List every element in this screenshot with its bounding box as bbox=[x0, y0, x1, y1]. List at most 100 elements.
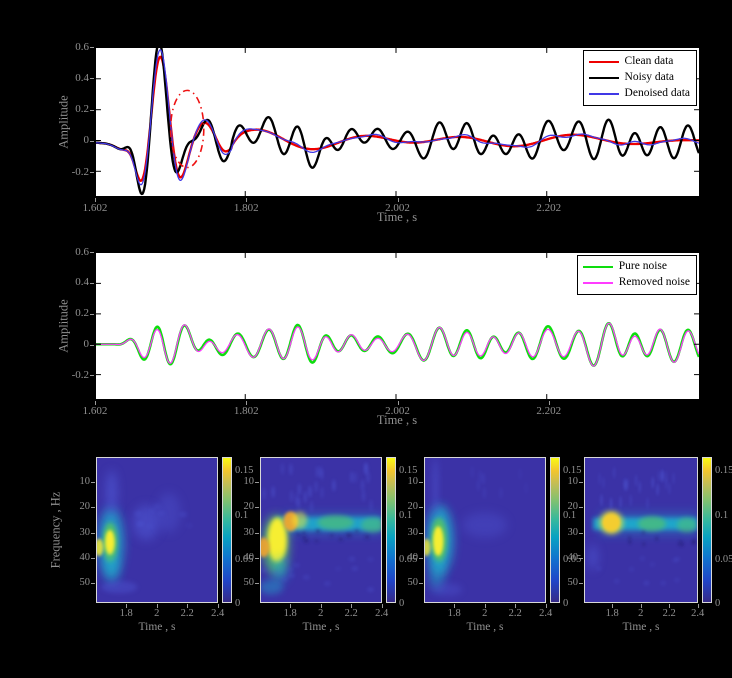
heat-texture bbox=[310, 501, 313, 513]
heat-texture bbox=[185, 523, 193, 529]
freq-tick-label: 10 bbox=[556, 476, 578, 488]
heat-blob bbox=[588, 545, 599, 570]
heat-texture bbox=[316, 466, 319, 478]
heat-texture bbox=[674, 578, 680, 583]
heat-texture bbox=[619, 496, 622, 508]
freq-tick-label: 40 bbox=[68, 552, 90, 564]
colorbar-tick-label: 0.05 bbox=[715, 555, 732, 566]
freq-tick-label: 40 bbox=[556, 552, 578, 564]
y-tick-mark bbox=[90, 172, 94, 173]
colorbar-tick-label: 0 bbox=[563, 599, 568, 610]
freq-tick-mark bbox=[255, 583, 259, 584]
freq-tick-mark bbox=[419, 533, 423, 534]
heat-texture bbox=[367, 557, 374, 562]
time-tick-label: 2 bbox=[318, 608, 323, 620]
legend-entry: Removed noise bbox=[583, 275, 690, 291]
heat-texture bbox=[314, 481, 317, 493]
y-tick-label: -0.2 bbox=[47, 166, 89, 179]
heat-texture bbox=[610, 498, 613, 510]
x-tick-mark bbox=[246, 198, 247, 202]
time-tick-mark bbox=[382, 604, 383, 608]
heat-blob bbox=[432, 583, 462, 595]
heat-texture bbox=[361, 480, 364, 492]
time-tick-mark bbox=[669, 604, 670, 608]
time-tick-label: 2.4 bbox=[691, 608, 704, 620]
freq-tick-mark bbox=[579, 482, 583, 483]
heat-blob bbox=[677, 518, 697, 533]
legend-entry: Clean data bbox=[589, 54, 690, 70]
heat-texture bbox=[288, 573, 295, 578]
scalogram-removed-noise bbox=[584, 457, 698, 603]
heat-texture bbox=[649, 562, 655, 567]
colorbar bbox=[702, 457, 712, 603]
heat-texture bbox=[350, 471, 353, 483]
freq-tick-label: 20 bbox=[68, 501, 90, 513]
freq-tick-label: 50 bbox=[68, 577, 90, 589]
time-tick-label: 2.2 bbox=[663, 608, 676, 620]
y-tick-mark bbox=[90, 110, 94, 111]
time-tick-mark bbox=[321, 604, 322, 608]
heat-texture bbox=[355, 529, 359, 533]
heat-texture bbox=[638, 481, 641, 493]
freq-tick-mark bbox=[91, 583, 95, 584]
heat-texture bbox=[302, 536, 306, 540]
heat-texture bbox=[691, 540, 695, 544]
freq-tick-mark bbox=[255, 507, 259, 508]
heat-texture bbox=[668, 483, 671, 495]
heat-blob bbox=[318, 515, 354, 530]
freq-tick-mark bbox=[419, 558, 423, 559]
heat-texture bbox=[314, 539, 318, 543]
y-tick-mark bbox=[90, 252, 94, 253]
freq-tick-label: 30 bbox=[396, 527, 418, 539]
freq-tick-mark bbox=[91, 533, 95, 534]
y-tick-mark bbox=[90, 314, 94, 315]
legend-label: Removed noise bbox=[619, 277, 690, 289]
legend-line-sample bbox=[589, 77, 619, 79]
scalogram-removed-noise-image bbox=[585, 458, 697, 602]
heat-texture bbox=[293, 563, 300, 568]
legend-line-sample bbox=[583, 266, 613, 269]
heat-texture bbox=[134, 511, 142, 517]
heat-blob bbox=[104, 555, 119, 585]
heat-texture bbox=[290, 490, 293, 502]
freq-tick-label: 40 bbox=[396, 552, 418, 564]
heat-blob bbox=[462, 513, 507, 538]
heat-blob bbox=[638, 516, 666, 531]
legend-entry: Denoised data bbox=[589, 86, 690, 102]
heat-texture bbox=[296, 533, 300, 537]
colorbar-tick-label: 0 bbox=[715, 599, 720, 610]
heat-texture bbox=[272, 486, 275, 498]
colorbar-tick-label: 0.15 bbox=[715, 466, 732, 477]
heat-texture bbox=[153, 503, 161, 509]
x-tick-label: 2.202 bbox=[536, 405, 561, 418]
legend-line-sample bbox=[589, 93, 619, 94]
freq-tick-mark bbox=[579, 533, 583, 534]
heat-texture bbox=[657, 470, 660, 482]
heat-texture bbox=[335, 566, 342, 571]
scalogram-noisy-image bbox=[261, 458, 381, 602]
heat-texture bbox=[479, 470, 482, 482]
time-tick-label: 2 bbox=[482, 608, 487, 620]
heat-blob bbox=[599, 510, 624, 535]
heat-texture bbox=[365, 535, 369, 539]
freq-tick-mark bbox=[419, 507, 423, 508]
heat-texture bbox=[287, 567, 294, 572]
heat-texture bbox=[677, 542, 681, 546]
heat-texture bbox=[273, 570, 280, 575]
legend-label: Noisy data bbox=[625, 72, 675, 84]
x-tick-label: 1.602 bbox=[83, 202, 108, 215]
freq-tick-label: 40 bbox=[232, 552, 254, 564]
freq-tick-label: 30 bbox=[556, 527, 578, 539]
freq-tick-mark bbox=[255, 533, 259, 534]
heat-texture bbox=[262, 488, 265, 500]
heat-texture bbox=[329, 534, 333, 538]
legend-top: Clean data Noisy data Denoised data bbox=[583, 50, 697, 106]
heat-texture bbox=[629, 494, 632, 506]
freq-tick-label: 50 bbox=[556, 577, 578, 589]
heat-texture bbox=[519, 468, 522, 480]
y-tick-label: -0.2 bbox=[47, 369, 89, 382]
freq-tick-mark bbox=[91, 558, 95, 559]
y-tick-label: 0.2 bbox=[47, 307, 89, 320]
y-tick-label: 0 bbox=[47, 134, 89, 147]
legend-entry: Noisy data bbox=[589, 70, 690, 86]
